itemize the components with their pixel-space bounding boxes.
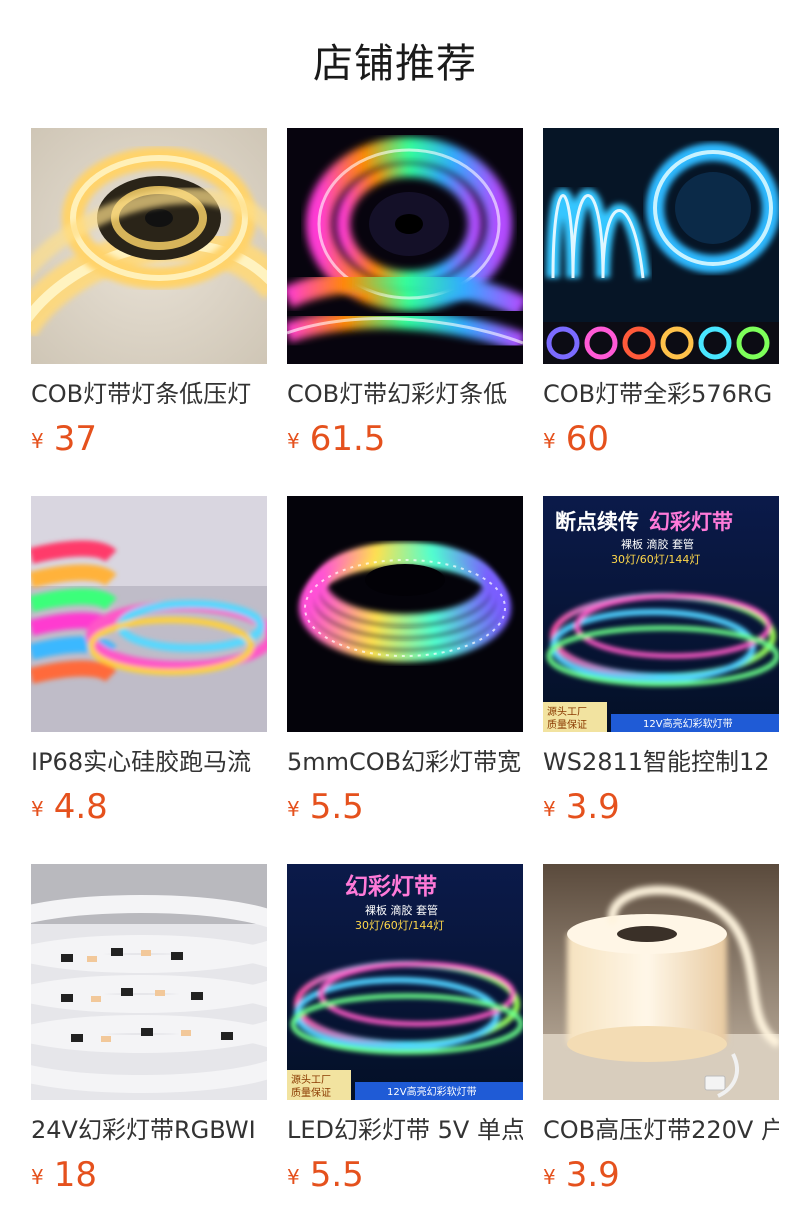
product-name[interactable]: COB高压灯带220V 户 [543, 1113, 779, 1147]
product-price: ¥60 [543, 417, 609, 461]
product-image[interactable] [287, 496, 523, 732]
product-card[interactable]: 断点续传 幻彩灯带 裸板 滴胶 套管 30灯/60灯/144灯 源头工厂 质量保… [543, 496, 779, 836]
currency-symbol: ¥ [287, 1165, 300, 1189]
currency-symbol: ¥ [543, 797, 556, 821]
currency-symbol: ¥ [31, 797, 44, 821]
currency-symbol: ¥ [543, 429, 556, 453]
product-image[interactable] [31, 128, 267, 364]
product-name[interactable]: 5mmCOB幻彩灯带宽 [287, 745, 523, 779]
price-value: 5.5 [309, 787, 364, 827]
banner-ribbon: 12V高亮幻彩软灯带 [387, 1085, 477, 1098]
product-price: ¥3.9 [543, 1153, 620, 1197]
product-card[interactable]: 幻彩灯带 裸板 滴胶 套管 30灯/60灯/144灯 源头工厂 质量保证 12V… [287, 864, 523, 1204]
product-name[interactable]: IP68实心硅胶跑马流 [31, 745, 267, 779]
banner-headline-accent: 幻彩灯带 [345, 874, 437, 900]
price-value: 60 [565, 419, 609, 459]
price-value: 18 [53, 1155, 97, 1195]
price-value: 61.5 [309, 419, 386, 459]
currency-symbol: ¥ [543, 1165, 556, 1189]
product-price: ¥37 [31, 417, 97, 461]
product-price: ¥3.9 [543, 785, 620, 829]
badge-line2: 质量保证 [291, 1086, 331, 1099]
badge-line1: 源头工厂 [547, 705, 587, 718]
product-name[interactable]: COB灯带幻彩灯条低 [287, 377, 523, 411]
product-image[interactable]: 断点续传 幻彩灯带 裸板 滴胶 套管 30灯/60灯/144灯 源头工厂 质量保… [543, 496, 779, 732]
product-image[interactable]: 幻彩灯带 裸板 滴胶 套管 30灯/60灯/144灯 源头工厂 质量保证 12V… [287, 864, 523, 1100]
product-card[interactable]: COB灯带幻彩灯条低 ¥61.5 [287, 128, 523, 468]
banner-sub: 裸板 滴胶 套管 [621, 537, 694, 551]
product-name[interactable]: LED幻彩灯带 5V 单点 [287, 1113, 523, 1147]
badge-line1: 源头工厂 [291, 1073, 331, 1086]
banner-spec: 30灯/60灯/144灯 [611, 553, 700, 566]
product-image[interactable] [31, 864, 267, 1100]
product-card[interactable]: COB灯带全彩576RG ¥60 [543, 128, 779, 468]
banner-spec: 30灯/60灯/144灯 [355, 919, 444, 932]
currency-symbol: ¥ [31, 429, 44, 453]
product-price: ¥4.8 [31, 785, 108, 829]
banner-sub: 裸板 滴胶 套管 [365, 903, 438, 917]
product-image[interactable] [31, 496, 267, 732]
currency-symbol: ¥ [287, 797, 300, 821]
product-card[interactable]: 24V幻彩灯带RGBWI ¥18 [31, 864, 267, 1204]
product-price: ¥5.5 [287, 1153, 364, 1197]
page-title: 店铺推荐 [313, 41, 477, 87]
banner-headline-accent: 幻彩灯带 [649, 510, 733, 534]
product-name[interactable]: COB灯带灯条低压灯 [31, 377, 267, 411]
banner-headline: 断点续传 [555, 510, 639, 534]
product-card[interactable]: IP68实心硅胶跑马流 ¥4.8 [31, 496, 267, 836]
product-card[interactable]: 5mmCOB幻彩灯带宽 ¥5.5 [287, 496, 523, 836]
product-image[interactable] [543, 128, 779, 364]
badge-line2: 质量保证 [547, 718, 587, 731]
product-price: ¥18 [31, 1153, 97, 1197]
product-image[interactable] [287, 128, 523, 364]
currency-symbol: ¥ [287, 429, 300, 453]
product-price: ¥61.5 [287, 417, 385, 461]
product-card[interactable]: COB灯带灯条低压灯 ¥37 [31, 128, 267, 468]
product-name[interactable]: WS2811智能控制12 [543, 745, 779, 779]
price-value: 3.9 [565, 787, 620, 827]
price-value: 4.8 [53, 787, 108, 827]
product-name[interactable]: 24V幻彩灯带RGBWI [31, 1113, 267, 1147]
price-value: 37 [53, 419, 97, 459]
banner-ribbon: 12V高亮幻彩软灯带 [643, 717, 733, 730]
product-name[interactable]: COB灯带全彩576RG [543, 377, 779, 411]
product-card[interactable]: COB高压灯带220V 户 ¥3.9 [543, 864, 779, 1204]
price-value: 3.9 [565, 1155, 620, 1195]
product-price: ¥5.5 [287, 785, 364, 829]
price-value: 5.5 [309, 1155, 364, 1195]
currency-symbol: ¥ [31, 1165, 44, 1189]
product-image[interactable] [543, 864, 779, 1100]
